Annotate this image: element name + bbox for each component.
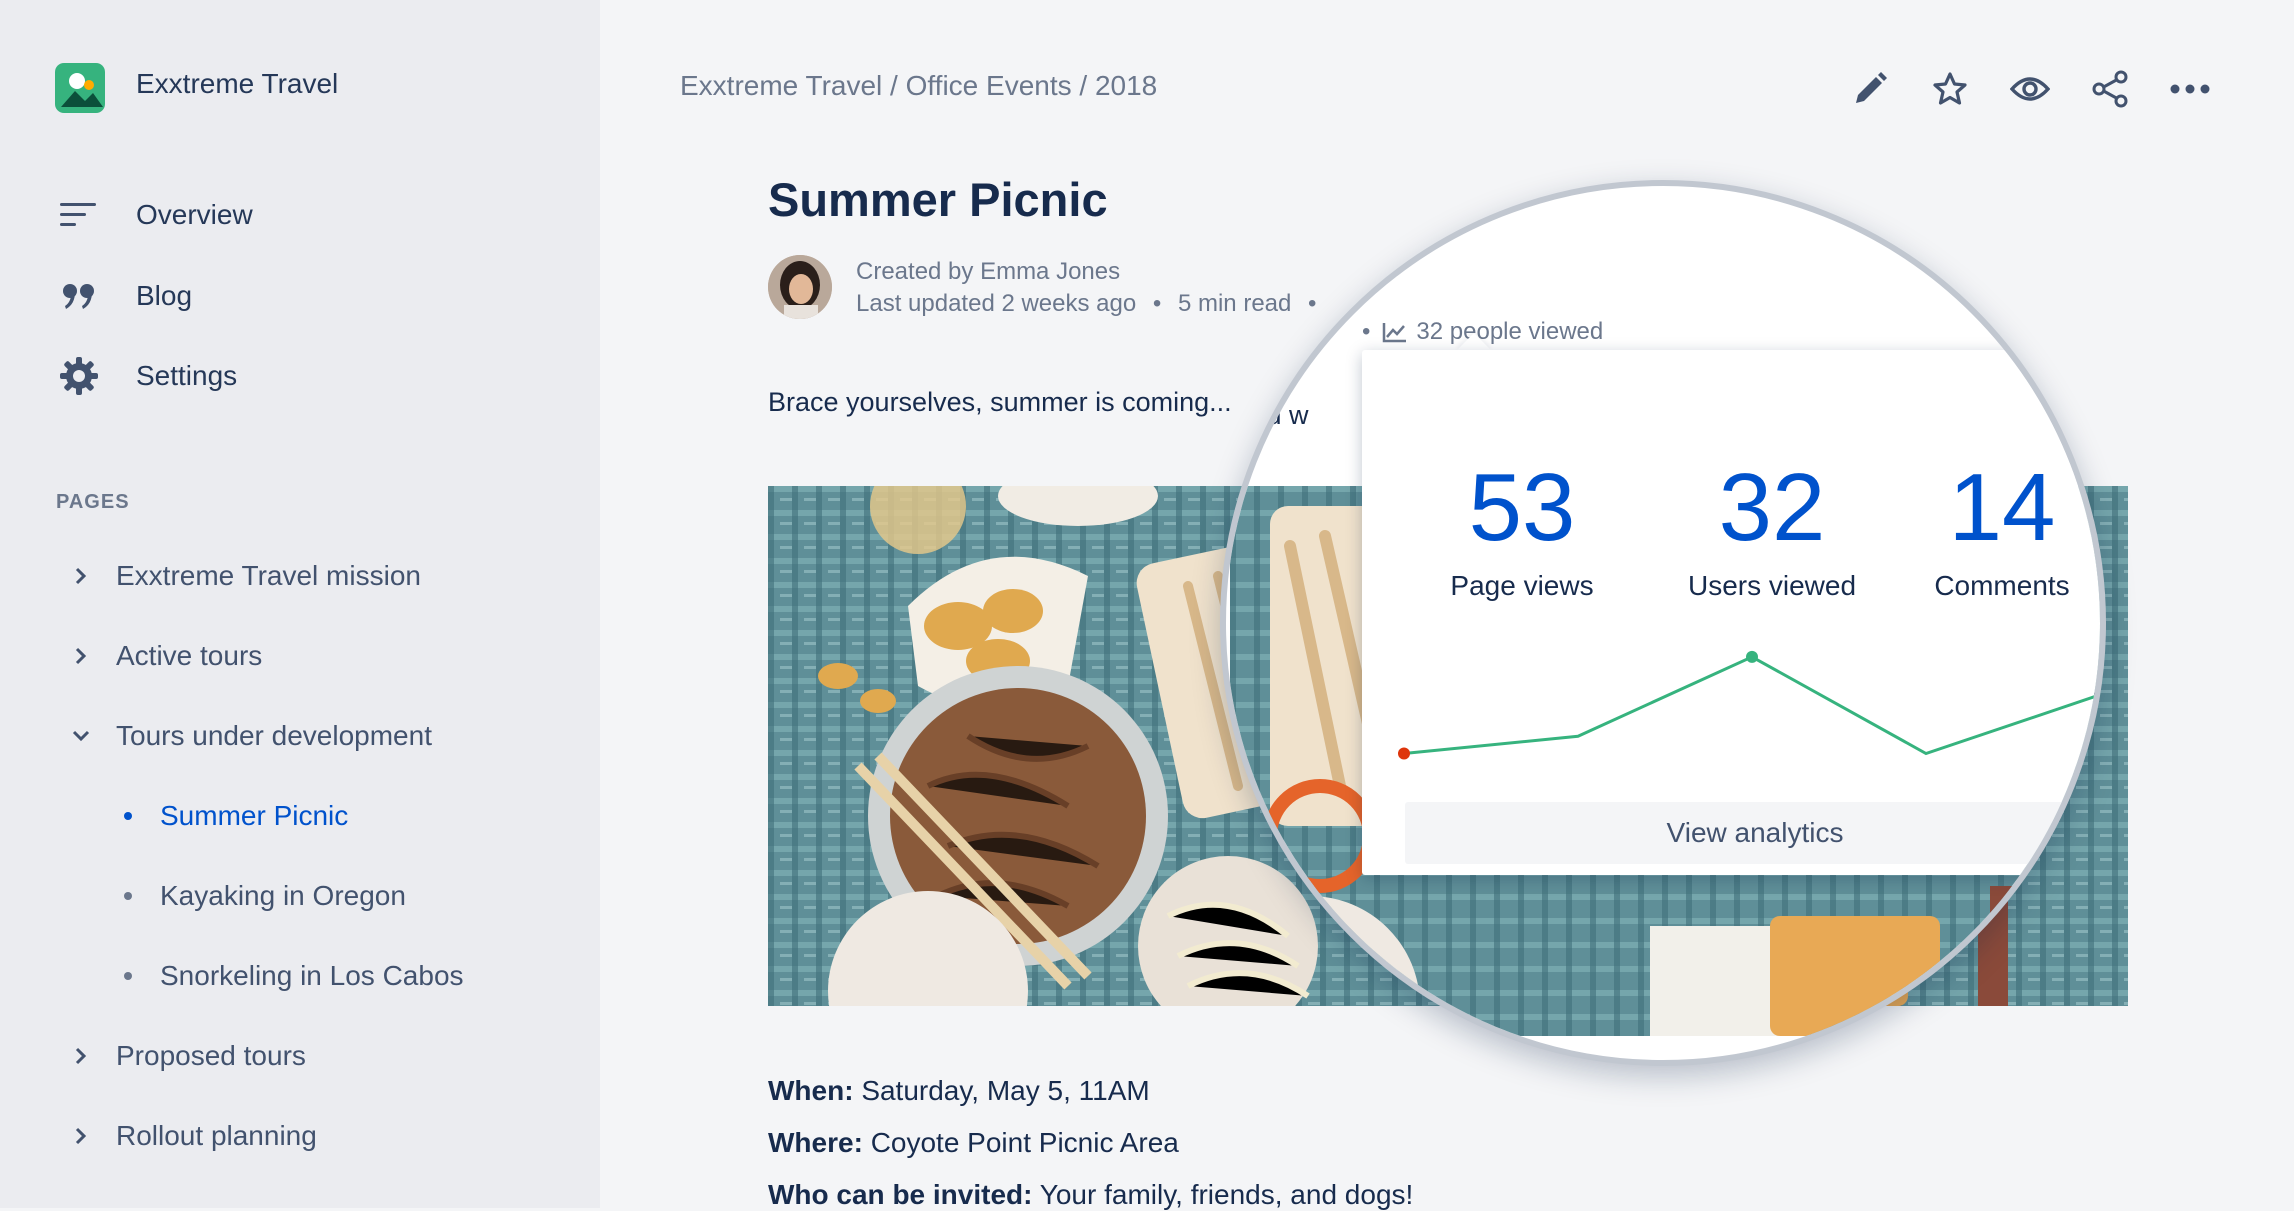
tree-item-label: Active tours: [116, 640, 263, 671]
detail-value: Your family, friends, and dogs!: [1039, 1179, 1414, 1210]
gear-icon: [56, 356, 102, 396]
stat-page-views[interactable]: 53 Page views: [1442, 460, 1602, 602]
tree-item-label: Rollout planning: [116, 1120, 317, 1151]
chevron-down-icon[interactable]: [66, 721, 96, 751]
tree-item-tours-under-development[interactable]: Tours under development: [66, 716, 432, 756]
stat-comments[interactable]: 14 Comments: [1912, 460, 2092, 602]
sidebar-item-overview[interactable]: Overview: [56, 190, 253, 240]
tree-item-label: Snorkeling in Los Cabos: [160, 960, 464, 991]
sidebar-item-label: Settings: [136, 360, 238, 391]
watch-eye-icon[interactable]: [2009, 68, 2051, 110]
created-by: Created by Emma Jones: [856, 258, 1121, 285]
stat-label: Page views: [1450, 570, 1594, 601]
chevron-right-icon[interactable]: [66, 1041, 96, 1071]
tree-item-rollout-planning[interactable]: Rollout planning: [66, 1116, 317, 1156]
sparkline-series-line: [1403, 655, 2100, 756]
stat-label: Comments: [1934, 570, 2070, 601]
bullet-dot: [124, 812, 132, 820]
intro-text: Brace yourselves, summer is coming...: [768, 387, 1232, 417]
author-avatar[interactable]: [768, 255, 832, 319]
tree-item-label: Kayaking in Oregon: [160, 880, 406, 911]
sparkline-point: [1398, 747, 1410, 760]
star-icon[interactable]: [1929, 68, 1971, 110]
detail-when: When: Saturday, May 5, 11AM: [768, 1075, 1150, 1107]
sidebar-item-blog[interactable]: Blog: [56, 271, 192, 321]
quote-icon: [56, 276, 102, 316]
sidebar-item-label: Overview: [136, 199, 253, 230]
meta-separator: •: [1362, 318, 1371, 345]
pages-heading: PAGES: [56, 491, 130, 513]
chevron-right-icon[interactable]: [66, 561, 96, 591]
detail-value: Coyote Point Picnic Area: [870, 1127, 1179, 1158]
space-logo[interactable]: [55, 63, 105, 113]
stat-value: 32: [1718, 454, 1826, 561]
tree-item-label: Exxtreme Travel mission: [116, 560, 421, 591]
views-sparkline-chart: [1398, 650, 2100, 760]
stat-users-viewed[interactable]: 32 Users viewed: [1672, 460, 1872, 602]
detail-who: Who can be invited: Your family, friends…: [768, 1179, 1413, 1211]
detail-value: Saturday, May 5, 11AM: [861, 1075, 1150, 1106]
tree-item-label: Tours under development: [116, 720, 432, 751]
people-viewed-text: 32 people viewed: [1416, 318, 1604, 345]
space-title[interactable]: Exxtreme Travel: [136, 68, 338, 100]
trend-chart-icon: [1382, 321, 1408, 343]
tree-item-proposed-tours[interactable]: Proposed tours: [66, 1036, 306, 1076]
share-icon[interactable]: [2089, 68, 2131, 110]
sidebar: Exxtreme Travel Overview Blog Settings P…: [0, 0, 600, 1208]
breadcrumb[interactable]: Exxtreme Travel / Office Events / 2018: [680, 70, 1157, 102]
tree-item-summer-picnic[interactable]: Summer Picnic: [120, 796, 348, 836]
stat-value: 53: [1468, 454, 1576, 561]
tree-item-label: Summer Picnic: [160, 800, 349, 831]
analytics-popup: 53 Page views 32 Users viewed 14 Comment…: [1362, 350, 2100, 875]
stat-label: Users viewed: [1687, 570, 1857, 601]
tree-item-snorkeling-in-los-cabos[interactable]: Snorkeling in Los Cabos: [120, 956, 464, 996]
stat-value: 14: [1948, 454, 2056, 561]
detail-label: Where:: [768, 1127, 863, 1158]
meta-separator: •: [1152, 290, 1162, 317]
bullet-dot: [124, 892, 132, 900]
last-updated: Last updated 2 weeks ago: [856, 290, 1137, 317]
magnifier-callout: . And w • 32 people viewed 53 Page views…: [1220, 180, 2106, 1066]
magnifier-content: . And w • 32 people viewed 53 Page views…: [1220, 186, 2100, 1060]
edit-pencil-icon[interactable]: [1849, 68, 1891, 110]
sidebar-item-label: Blog: [136, 280, 193, 311]
tree-item-label: Proposed tours: [116, 1040, 306, 1071]
bullet-dot: [124, 972, 132, 980]
detail-label: Who can be invited:: [768, 1179, 1033, 1210]
detail-where: Where: Coyote Point Picnic Area: [768, 1127, 1179, 1159]
more-dots-icon[interactable]: [2169, 68, 2211, 110]
page-title: Summer Picnic: [768, 173, 1108, 226]
tree-item-active-tours[interactable]: Active tours: [66, 636, 262, 676]
detail-label: When:: [768, 1075, 854, 1106]
tree-item-exxtreme-travel-mission[interactable]: Exxtreme Travel mission: [66, 556, 421, 596]
tree-item-kayaking-in-oregon[interactable]: Kayaking in Oregon: [120, 876, 406, 916]
view-analytics-button[interactable]: View analytics: [1405, 802, 2100, 864]
overview-lines-icon: [56, 195, 102, 235]
chevron-right-icon[interactable]: [66, 1121, 96, 1151]
chevron-right-icon[interactable]: [66, 641, 96, 671]
sparkline-point: [1746, 650, 1758, 663]
sidebar-item-settings[interactable]: Settings: [56, 351, 237, 401]
intro-text-fragment: . And w: [1220, 400, 1309, 430]
